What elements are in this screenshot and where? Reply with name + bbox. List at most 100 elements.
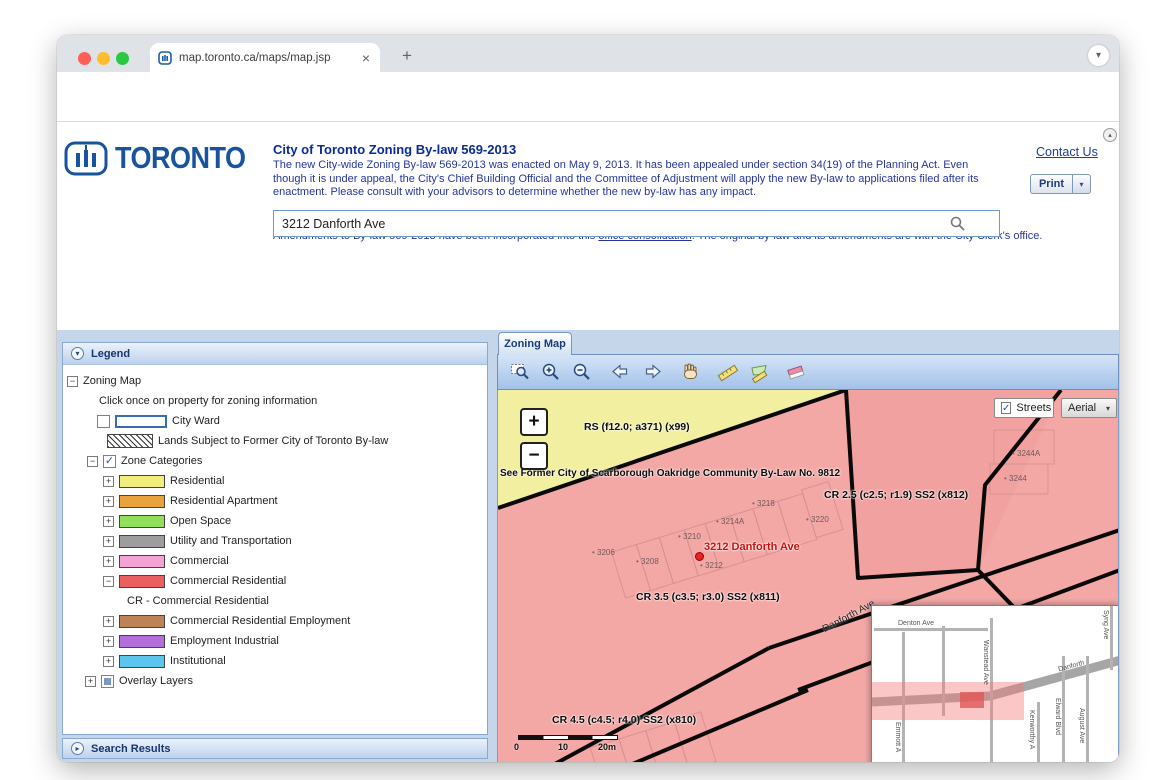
hatch-swatch: [107, 434, 153, 448]
collapse-node-icon[interactable]: −: [87, 456, 98, 467]
collapse-node-icon[interactable]: −: [67, 376, 78, 387]
fullscreen-window-button[interactable]: [116, 52, 129, 65]
close-window-button[interactable]: [78, 52, 91, 65]
aerial-dropdown[interactable]: Aerial ▾: [1061, 398, 1117, 418]
search-icon[interactable]: [949, 215, 966, 232]
zone-swatch: [119, 515, 165, 528]
pan-icon[interactable]: [679, 360, 703, 384]
legend-collapse-icon[interactable]: ▾: [71, 347, 84, 360]
inset-street-label: Syng Ave: [1102, 610, 1109, 639]
tree-node-cr-commercial-residential: CR - Commercial Residential: [63, 591, 487, 611]
zone-label-see-bylaw: See Former City of Scarborough Oakridge …: [500, 468, 840, 479]
toronto-wordmark: TORONTO: [115, 141, 246, 176]
expand-node-icon[interactable]: +: [103, 656, 114, 667]
clear-graphics-icon[interactable]: [784, 360, 808, 384]
zone-label-cr25: CR 2.5 (c2.5; r1.9) SS2 (x812): [824, 489, 968, 501]
expand-node-icon[interactable]: +: [103, 616, 114, 627]
tree-node-employment-industrial: + Employment Industrial: [63, 631, 487, 651]
city-ward-swatch: [115, 415, 167, 428]
streets-checkbox[interactable]: ✓: [1001, 402, 1011, 414]
tree-node-utility-transportation: + Utility and Transportation: [63, 531, 487, 551]
tree-node-residential: + Residential: [63, 471, 487, 491]
zone-label-cr35: CR 3.5 (c3.5; r3.0) SS2 (x811): [636, 591, 780, 603]
inset-street-label: August Ave: [1078, 708, 1085, 743]
zone-swatch: [119, 575, 165, 588]
browser-tab[interactable]: map.toronto.ca/maps/map.jsp ×: [150, 43, 380, 72]
overview-inset-map[interactable]: Denton Ave Wanstead Ave Syng Ave Danfort…: [871, 605, 1119, 762]
inset-street-line: [1110, 606, 1113, 670]
tab-close-icon[interactable]: ×: [360, 50, 372, 66]
parcel-number: 3244A: [1012, 449, 1040, 458]
legend-panel: ▾ Legend − Zoning Map Click once on prop…: [62, 342, 488, 735]
header-collapse-icon[interactable]: ▴: [1103, 128, 1117, 142]
tree-node-lands-subject: Lands Subject to Former City of Toronto …: [63, 431, 487, 451]
print-button[interactable]: Print: [1030, 174, 1072, 194]
scale-label: 20m: [598, 742, 616, 752]
expand-node-icon[interactable]: +: [103, 496, 114, 507]
expand-node-icon[interactable]: +: [85, 676, 96, 687]
tab-title: map.toronto.ca/maps/map.jsp: [179, 52, 353, 64]
minimize-window-button[interactable]: [97, 52, 110, 65]
inset-street-line: [1037, 702, 1040, 762]
streets-toggle[interactable]: ✓ Streets: [994, 398, 1054, 418]
expand-node-icon[interactable]: +: [103, 476, 114, 487]
measure-area-icon[interactable]: [747, 360, 771, 384]
search-results-section[interactable]: ▸ Search Results: [62, 738, 488, 759]
parcel-number: 3214A: [716, 517, 744, 526]
expand-node-icon[interactable]: +: [103, 536, 114, 547]
expand-node-icon[interactable]: +: [103, 636, 114, 647]
inset-street-label: Emmott A: [894, 722, 901, 752]
tab-strip: map.toronto.ca/maps/map.jsp × + ▾: [57, 35, 1119, 72]
zone-swatch: [119, 635, 165, 648]
previous-extent-icon[interactable]: [609, 360, 633, 384]
map-zoom-in-button[interactable]: +: [520, 408, 548, 436]
inset-selection-highlight: [960, 692, 984, 708]
tree-node-residential-apartment: + Residential Apartment: [63, 491, 487, 511]
map-toolbar: [497, 354, 1119, 390]
map-zoom-out-button[interactable]: −: [520, 442, 548, 470]
tab-search-chevron-icon[interactable]: ▾: [1088, 45, 1109, 66]
legend-header[interactable]: ▾ Legend: [63, 343, 487, 365]
zoom-in-icon[interactable]: [539, 360, 563, 384]
contact-us-link[interactable]: Contact Us: [1036, 145, 1098, 159]
legend-title: Legend: [91, 348, 130, 360]
expand-node-icon[interactable]: +: [103, 556, 114, 567]
browser-window: map.toronto.ca/maps/map.jsp × + ▾ ← → ↻ …: [57, 35, 1119, 762]
tree-hint: Click once on property for zoning inform…: [63, 391, 487, 411]
tree-node-zone-categories: − ✓ Zone Categories: [63, 451, 487, 471]
zone-swatch: [119, 475, 165, 488]
inset-street-label: Kenworthy A: [1028, 710, 1035, 749]
parcel-number: 3218: [752, 499, 775, 508]
inset-street-line: [874, 628, 988, 631]
measure-distance-icon[interactable]: [716, 360, 740, 384]
next-extent-icon[interactable]: [640, 360, 664, 384]
tree-node-commercial-residential: − Commercial Residential: [63, 571, 487, 591]
map-viewport[interactable]: RS (f12.0; a371) (x99) See Former City o…: [497, 390, 1119, 762]
zone-categories-checkbox[interactable]: ✓: [103, 455, 116, 468]
new-tab-button[interactable]: +: [395, 44, 419, 68]
scale-bar: [518, 735, 618, 740]
scale-label: 0: [514, 742, 519, 752]
zone-label-cr45: CR 4.5 (c4.5; r4.0) SS2 (x810): [552, 714, 696, 726]
zone-swatch: [119, 655, 165, 668]
city-ward-checkbox[interactable]: [97, 415, 110, 428]
zoom-out-icon[interactable]: [570, 360, 594, 384]
toronto-logo-icon: [63, 138, 109, 178]
collapse-node-icon[interactable]: −: [103, 576, 114, 587]
tab-zoning-map[interactable]: Zoning Map: [498, 332, 572, 355]
selected-address-label: 3212 Danforth Ave: [704, 541, 800, 553]
search-results-expand-icon[interactable]: ▸: [71, 742, 84, 755]
expand-node-icon[interactable]: +: [103, 516, 114, 527]
tree-node-city-ward: City Ward: [63, 411, 487, 431]
bylaw-notice-text: The new City-wide Zoning By-law 569-2013…: [273, 159, 991, 200]
print-dropdown-icon[interactable]: ▾: [1072, 174, 1091, 194]
tree-node-commercial: + Commercial: [63, 551, 487, 571]
zoom-selection-icon[interactable]: [508, 360, 532, 384]
scale-label: 10: [558, 742, 568, 752]
zone-swatch: [119, 495, 165, 508]
tree-node-overlay-layers: + Overlay Layers: [63, 671, 487, 691]
address-search-input[interactable]: [273, 210, 1000, 237]
overlay-layers-checkbox[interactable]: [101, 675, 114, 688]
page-title: City of Toronto Zoning By-law 569-2013: [273, 142, 516, 157]
zone-swatch: [119, 555, 165, 568]
